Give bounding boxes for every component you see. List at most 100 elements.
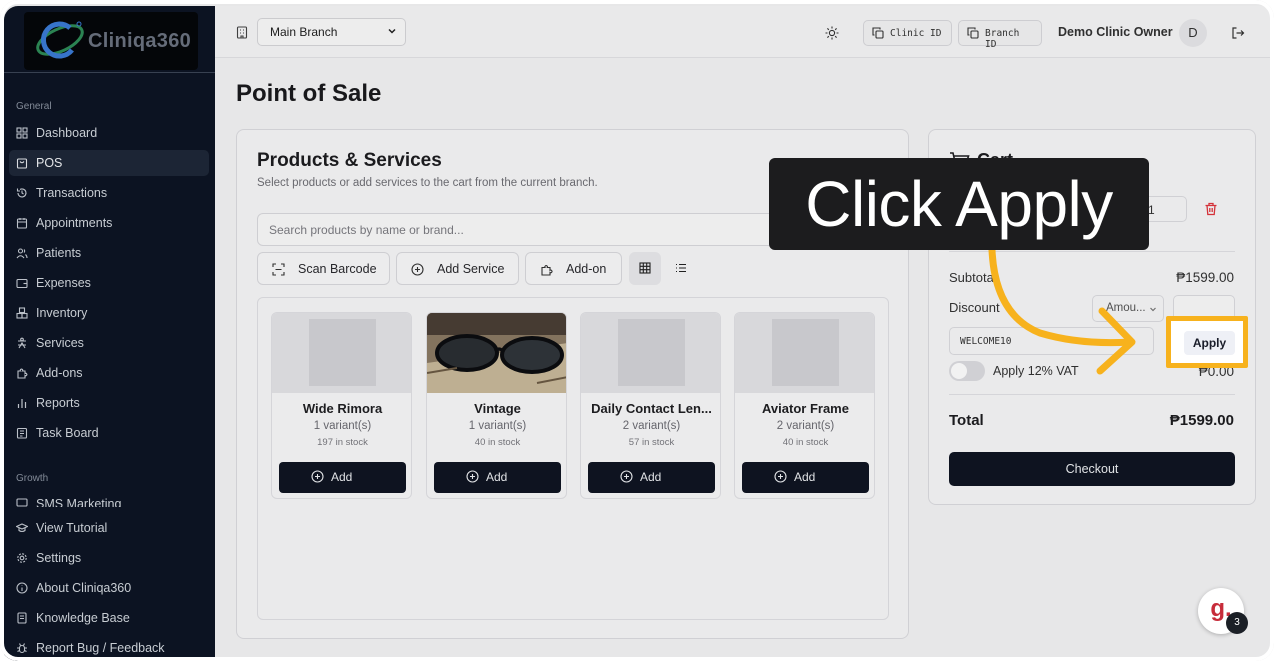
scan-barcode-button[interactable]: Scan Barcode [257,252,390,285]
total-label: Total [949,412,984,429]
apply-discount-button[interactable]: Apply [1184,331,1235,355]
sidebar-item-transactions[interactable]: Transactions [9,180,209,206]
sidebar-item-report-bug[interactable]: Report Bug / Feedback [9,635,209,661]
branch-select[interactable]: Main Branch [257,18,406,46]
building-icon [236,26,248,39]
calendar-icon [16,218,28,229]
sidebar-item-settings[interactable]: Settings [9,545,209,571]
sidebar-item-knowledge-base[interactable]: Knowledge Base [9,605,209,631]
vat-toggle[interactable] [949,361,985,381]
placeholder-logo-icon [309,319,376,386]
services-icon [18,337,26,349]
copy-clinic-id-button[interactable]: Clinic ID [863,20,952,46]
add-to-cart-button[interactable]: Add [588,462,715,493]
logo[interactable]: Cliniqa360 [24,12,198,70]
add-to-cart-button[interactable]: Add [742,462,869,493]
sidebar-item-label: Transactions [36,186,108,200]
product-name: Vintage [474,401,521,416]
sidebar-item-label: Task Board [36,426,99,440]
checkout-button[interactable]: Checkout [949,452,1235,486]
quantity-value: 1 [1148,203,1155,217]
add-service-button[interactable]: Add Service [396,252,519,285]
sidebar-item-label: Services [36,336,84,350]
users-icon [16,248,28,259]
total-value: ₱1599.00 [1169,412,1234,429]
shopping-bag-icon [16,158,28,169]
trash-icon[interactable] [1204,202,1218,216]
placeholder-logo-icon [618,319,685,386]
sidebar-item-label: SMS Marketing [36,497,122,507]
promo-code-input[interactable]: WELCOME10 [949,327,1154,355]
sidebar-item-inventory[interactable]: Inventory [9,300,209,326]
history-icon [16,188,27,198]
user-name: Demo Clinic Owner [1058,25,1173,39]
section-label-general: General [16,101,52,112]
sidebar-item-label: Inventory [36,306,88,320]
product-image [272,313,411,393]
bar-chart-icon [17,399,27,408]
graduation-cap-icon [16,523,28,533]
product-image [735,313,874,393]
add-label: Add [640,470,662,484]
plus-circle-icon [411,263,424,276]
add-on-label: Add-on [566,262,607,276]
sidebar-item-label: Report Bug / Feedback [36,641,165,655]
sidebar-item-dashboard[interactable]: Dashboard [9,120,209,146]
product-stock: 197 in stock [317,437,368,448]
sidebar-item-services[interactable]: Services [9,330,209,356]
sidebar-item-reports[interactable]: Reports [9,390,209,416]
sidebar-item-expenses[interactable]: Expenses [9,270,209,296]
grid-view-button[interactable] [629,252,661,285]
sidebar-item-add-ons[interactable]: Add-ons [9,360,209,386]
product-stock: 40 in stock [474,437,521,448]
search-placeholder: Search products by name or brand... [269,223,464,237]
copy-icon [967,27,979,39]
sidebar-item-about[interactable]: About Cliniqa360 [9,575,209,601]
list-view-button[interactable] [665,252,697,285]
sidebar-item-sms-marketing[interactable]: SMS Marketing [9,493,209,507]
puzzle-icon [541,265,553,276]
add-to-cart-button[interactable]: Add [279,462,406,493]
sun-icon[interactable] [825,26,839,40]
copy-icon [872,27,884,39]
section-label-growth: Growth [16,473,49,484]
cart-divider [949,251,1235,252]
copy-branch-id-button[interactable]: Branch ID [958,20,1042,50]
info-icon [16,582,28,594]
book-icon [17,612,27,624]
sidebar-item-label: POS [36,156,63,170]
discount-type-select[interactable]: Amou... [1092,295,1164,322]
product-card[interactable]: Wide Rimora 1 variant(s) 197 in stock Ad… [271,312,412,499]
toggle-knob [951,363,967,379]
product-name: Daily Contact Len... [591,401,712,416]
product-card[interactable]: Vintage 1 variant(s) 40 in stock Add [426,312,567,499]
sidebar-item-patients[interactable]: Patients [9,240,209,266]
branch-select-value: Main Branch [270,25,338,39]
plus-circle-icon [620,470,633,483]
add-on-button[interactable]: Add-on [525,252,622,285]
sidebar-item-label: Settings [36,551,82,565]
add-label: Add [794,470,816,484]
app-window: Cliniqa360 General Dashboard POS Transac… [0,0,1274,661]
logout-icon[interactable] [1231,26,1245,40]
avatar[interactable]: D [1179,19,1207,47]
sidebar-item-label: Knowledge Base [36,611,130,625]
scan-icon [272,263,285,276]
product-card[interactable]: Daily Contact Len... 2 variant(s) 57 in … [580,312,721,499]
sidebar-item-view-tutorial[interactable]: View Tutorial [9,515,209,541]
sidebar-item-pos[interactable]: POS [9,150,209,176]
products-title: Products & Services [257,150,442,171]
dashboard-icon [16,127,28,139]
sidebar-item-label: Dashboard [36,126,98,140]
sidebar-item-label: Reports [36,396,80,410]
product-variants: 1 variant(s) [313,420,372,432]
add-to-cart-button[interactable]: Add [434,462,561,493]
subtotal-value: ₱1599.00 [1176,270,1234,285]
highlight-box: Apply [1166,316,1248,368]
sidebar-item-appointments[interactable]: Appointments [9,210,209,236]
discount-label: Discount [949,300,1000,315]
product-card[interactable]: Aviator Frame 2 variant(s) 40 in stock A… [734,312,875,499]
product-image [581,313,720,393]
wallet-icon [16,278,28,289]
sidebar-item-task-board[interactable]: Task Board [9,420,209,446]
